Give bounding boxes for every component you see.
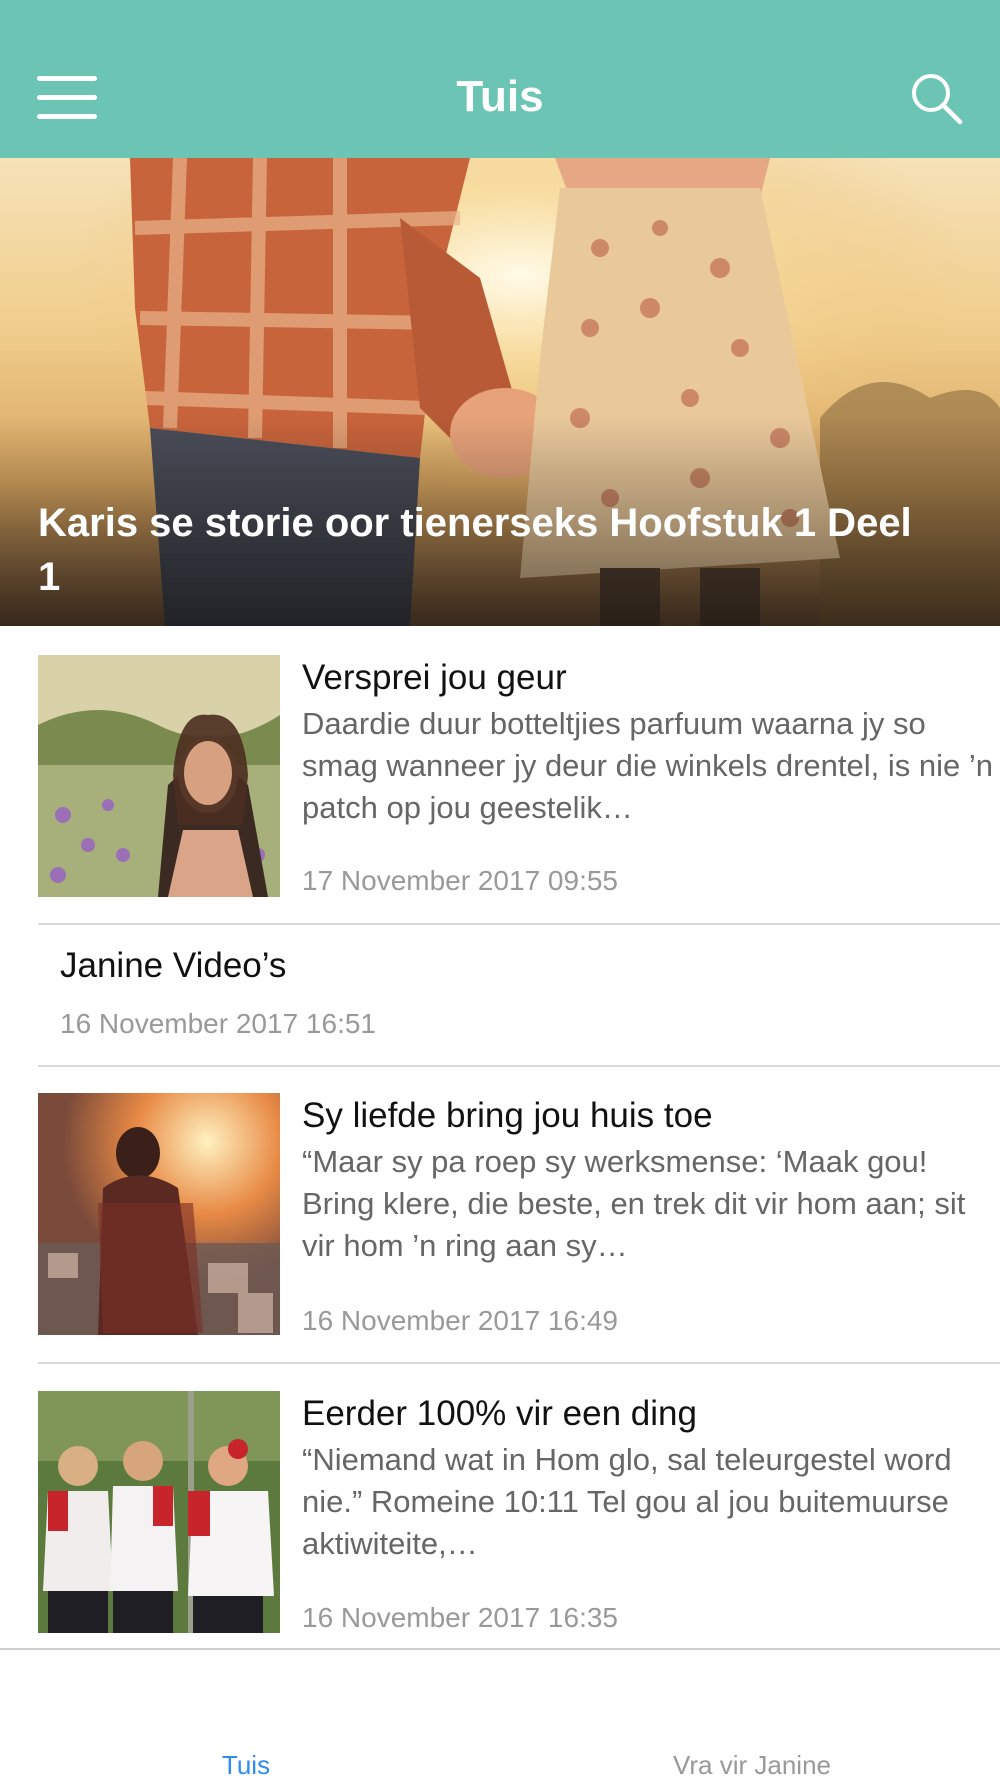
divider: [38, 1362, 1000, 1364]
article-row[interactable]: Sy liefde bring jou huis toe “Maar sy pa…: [38, 1093, 1000, 1338]
article-title: Eerder 100% vir een ding: [302, 1394, 697, 1433]
divider: [38, 923, 1000, 925]
hero-title: Karis se storie oor tienerseks Hoofstuk …: [38, 501, 912, 599]
article-date: 17 November 2017 09:55: [302, 865, 618, 896]
bottom-tab-bar: Tuis Vra vir Janine: [0, 1648, 1000, 1780]
top-navigation-bar: Tuis: [0, 0, 1000, 158]
article-row[interactable]: Versprei jou geur Daardie duur botteltji…: [38, 655, 1000, 900]
article-excerpt: Daardie duur botteltjies parfuum waarna …: [302, 706, 993, 825]
article-thumbnail: [38, 1093, 280, 1335]
article-thumbnail: [38, 655, 280, 897]
article-text: Eerder 100% vir een ding “Niemand wat in…: [302, 1391, 1000, 1565]
article-title: Sy liefde bring jou huis toe: [302, 1096, 713, 1135]
divider: [38, 1065, 1000, 1067]
article-date: 16 November 2017 16:35: [302, 1602, 618, 1633]
video-list-item[interactable]: Janine Video’s 16 November 2017 16:51: [38, 928, 1000, 1058]
video-item-date: 16 November 2017 16:51: [60, 1008, 376, 1039]
article-excerpt: “Niemand wat in Hom glo, sal teleurgeste…: [302, 1442, 952, 1561]
video-item-title: Janine Video’s: [60, 946, 287, 985]
tab-ask-janine[interactable]: Vra vir Janine: [552, 1750, 952, 1781]
article-date: 16 November 2017 16:49: [302, 1305, 618, 1336]
search-icon[interactable]: [908, 70, 964, 126]
article-title: Versprei jou geur: [302, 658, 567, 697]
article-row[interactable]: Eerder 100% vir een ding “Niemand wat in…: [38, 1391, 1000, 1636]
article-text: Sy liefde bring jou huis toe “Maar sy pa…: [302, 1093, 1000, 1267]
featured-article-hero[interactable]: Karis se storie oor tienerseks Hoofstuk …: [0, 158, 1000, 626]
article-thumbnail: [38, 1391, 280, 1633]
page-title: Tuis: [456, 72, 544, 121]
tab-home[interactable]: Tuis: [46, 1750, 446, 1781]
article-text: Versprei jou geur Daardie duur botteltji…: [302, 655, 1000, 829]
article-excerpt: “Maar sy pa roep sy werksmense: ‘Maak go…: [302, 1144, 966, 1263]
